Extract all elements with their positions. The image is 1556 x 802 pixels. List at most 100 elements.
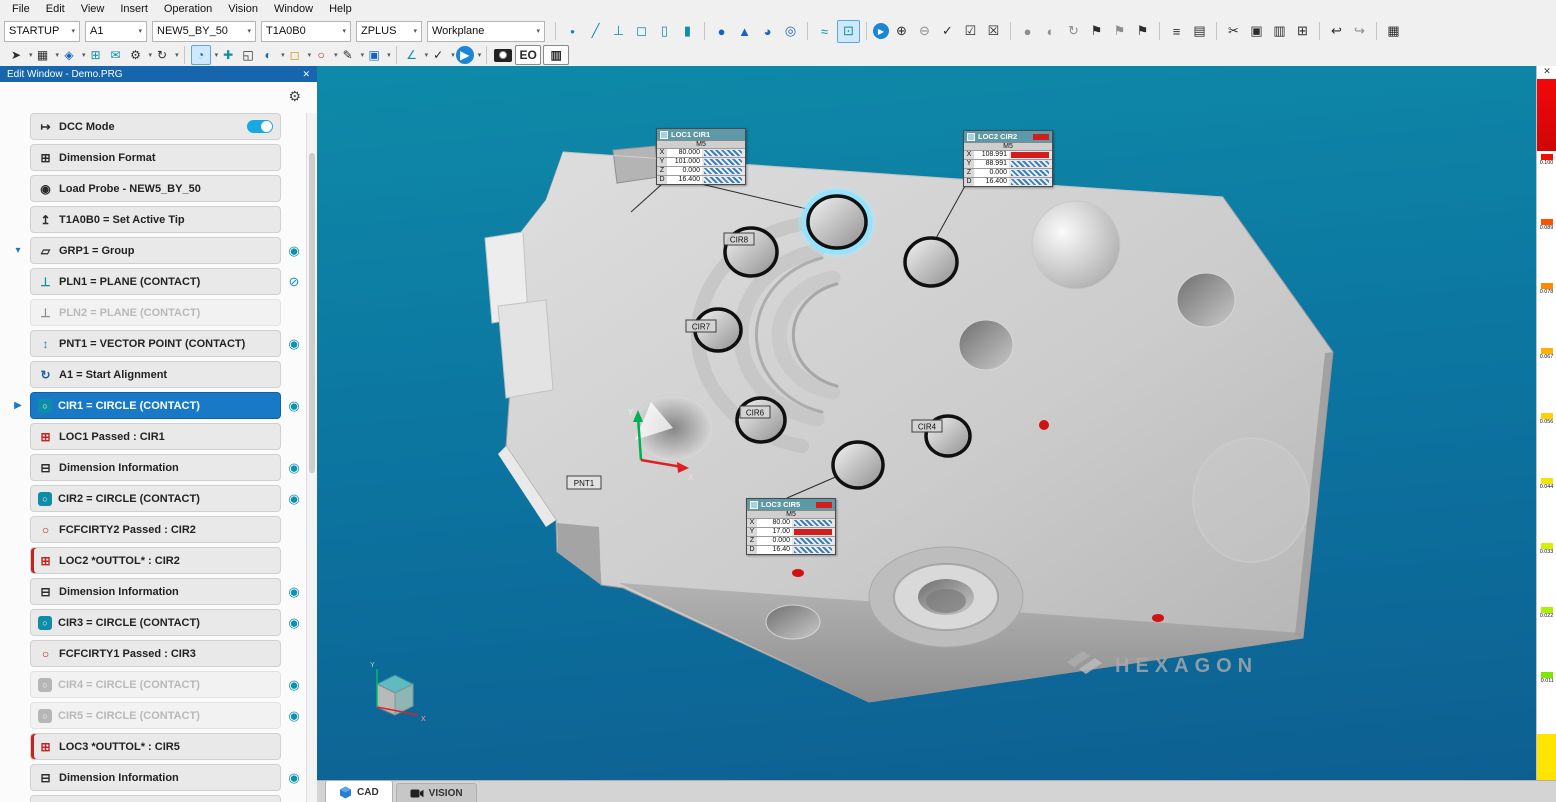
menu-vision[interactable]: Vision xyxy=(220,2,266,16)
menu-insert[interactable]: Insert xyxy=(112,2,156,16)
eo-button[interactable]: EO xyxy=(515,45,541,65)
cad-3d-scene[interactable]: CIR8 CIR7 CIR6 CIR4 PNT1 Y X xyxy=(317,66,1536,780)
pane-grid-icon[interactable]: ⊞ xyxy=(87,46,105,64)
menu-view[interactable]: View xyxy=(73,2,113,16)
chevron-down-icon[interactable]: ▾ xyxy=(175,51,179,59)
workplane-axis-dropdown[interactable]: ZPLUS▾ xyxy=(356,21,422,42)
cut-icon[interactable]: ✂ xyxy=(1223,21,1244,42)
run-play-icon[interactable]: ▶ xyxy=(456,46,474,64)
eye-off-icon[interactable]: ⊘ xyxy=(281,274,307,290)
paste-special-icon[interactable]: ⊞ xyxy=(1292,21,1313,42)
menu-file[interactable]: File xyxy=(4,2,38,16)
chevron-down-icon[interactable]: ▾ xyxy=(308,51,312,59)
eye-icon[interactable]: ◉ xyxy=(281,770,307,786)
dcc-toggle[interactable] xyxy=(247,120,273,133)
tab-vision[interactable]: VISION xyxy=(396,783,477,802)
eye-icon[interactable]: ◉ xyxy=(281,584,307,600)
label-chip-cir6[interactable]: CIR6 xyxy=(740,406,770,418)
sidebar-item-cir4[interactable]: ○CIR4 = CIRCLE (CONTACT) xyxy=(30,671,281,698)
sidebar-item-cir5[interactable]: ○CIR5 = CIRCLE (CONTACT) xyxy=(30,702,281,729)
sidebar-scrollbar[interactable] xyxy=(306,113,317,802)
eye-icon[interactable]: ◉ xyxy=(281,677,307,693)
perpendicular-icon[interactable]: ⊥ xyxy=(608,21,629,42)
sidebar-item-pnt1[interactable]: ↕PNT1 = VECTOR POINT (CONTACT) xyxy=(30,330,281,357)
copy-icon[interactable]: ▣ xyxy=(1246,21,1267,42)
hole-plain-a[interactable] xyxy=(959,320,1013,370)
sidebar-item-dimension-format[interactable]: ⊞Dimension Format xyxy=(30,144,281,171)
tab-cad[interactable]: CAD xyxy=(325,780,393,802)
eye-icon[interactable]: ◉ xyxy=(281,243,307,259)
dimension-table-loc2[interactable]: LOC2 CIR2 M5 X108.991 Y88.991 Z0.000 D16… xyxy=(963,130,1053,187)
cone-icon[interactable]: ▲ xyxy=(734,21,755,42)
sidebar-item-dcc-mode[interactable]: ↦DCC Mode xyxy=(30,113,281,140)
eye-icon[interactable]: ◉ xyxy=(281,708,307,724)
chevron-down-icon[interactable]: ▾ xyxy=(334,51,338,59)
torus-icon[interactable]: ◎ xyxy=(780,21,801,42)
refresh-path-icon[interactable]: ↻ xyxy=(1063,21,1084,42)
solid-box-icon[interactable]: ▣ xyxy=(365,46,383,64)
menu-operation[interactable]: Operation xyxy=(156,2,220,16)
eye-icon[interactable]: ◉ xyxy=(281,460,307,476)
ball-shaded-icon[interactable]: ◐ xyxy=(1040,21,1061,42)
dome-feature[interactable] xyxy=(1032,201,1120,289)
pointer-probe-icon[interactable]: ➤ xyxy=(7,46,25,64)
counterbore-feature[interactable] xyxy=(869,547,1023,647)
gear-icon[interactable]: ⚙ xyxy=(288,88,301,105)
probe-toolbox-icon[interactable]: ⚙ xyxy=(127,46,145,64)
alignment-dropdown[interactable]: STARTUP▾ xyxy=(4,21,80,42)
sidebar-item-set-active-tip[interactable]: ↥T1A0B0 = Set Active Tip xyxy=(30,206,281,233)
sidebar-item-dimension-info-1[interactable]: ⊟Dimension Information xyxy=(30,454,281,481)
undo-icon[interactable]: ↩ xyxy=(1326,21,1347,42)
chevron-down-icon[interactable]: ▾ xyxy=(56,51,60,59)
hole-plain-right[interactable] xyxy=(1177,273,1235,327)
dimension-table-loc3[interactable]: LOC3 CIR5 M5 X80.00 Y17.00 Z0.000 D16.40 xyxy=(746,498,836,555)
rotate-view-icon[interactable]: ↻ xyxy=(153,46,171,64)
measured-circle-cir5[interactable] xyxy=(833,442,883,488)
paste-icon[interactable]: ▥ xyxy=(1269,21,1290,42)
redo-icon[interactable]: ↪ xyxy=(1349,21,1370,42)
sidebar-item-cir6[interactable]: ○CIR6 = CIRCLE (CONTACT) xyxy=(30,795,281,802)
camera-icon[interactable] xyxy=(494,49,512,62)
view-orientation-cube[interactable]: Y X xyxy=(370,662,426,723)
view-layout-icon[interactable]: ▦ xyxy=(34,46,52,64)
comment-icon[interactable]: ✉ xyxy=(107,46,125,64)
bookmark3-icon[interactable]: ⚑ xyxy=(1132,21,1153,42)
menu-help[interactable]: Help xyxy=(321,2,360,16)
menu-window[interactable]: Window xyxy=(266,2,321,16)
sidebar-item-load-probe[interactable]: ◉Load Probe - NEW5_BY_50 xyxy=(30,175,281,202)
summary-list-icon[interactable]: ≡ xyxy=(1166,21,1187,42)
notch-icon[interactable]: ▮ xyxy=(677,21,698,42)
eye-icon[interactable]: ◉ xyxy=(281,491,307,507)
eye-icon[interactable]: ◉ xyxy=(281,615,307,631)
sidebar-item-grp1[interactable]: ▱GRP1 = Group xyxy=(30,237,281,264)
sidebar-item-dimension-info-2[interactable]: ⊟Dimension Information xyxy=(30,578,281,605)
sphere-view-icon[interactable]: ◔ xyxy=(191,45,211,65)
probe-axes-icon[interactable]: ✚ xyxy=(219,46,237,64)
eye-icon[interactable]: ◉ xyxy=(281,336,307,352)
a1-dropdown[interactable]: A1▾ xyxy=(85,21,147,42)
mark-check-icon[interactable]: ✓ xyxy=(937,21,958,42)
cad-viewport[interactable]: CIR8 CIR7 CIR6 CIR4 PNT1 Y X xyxy=(317,66,1536,780)
sphere-icon[interactable]: ◕ xyxy=(757,21,778,42)
confirm-icon[interactable]: ✓ xyxy=(429,46,447,64)
cone-feature[interactable] xyxy=(633,395,713,461)
screen-button[interactable]: ▥ xyxy=(543,45,569,65)
hole-plain-bottom[interactable] xyxy=(766,605,820,639)
chevron-down-icon[interactable]: ▾ xyxy=(82,51,86,59)
sidebar-item-pln1[interactable]: ⊥PLN1 = PLANE (CONTACT) xyxy=(30,268,281,295)
chevron-down-icon[interactable]: ▾ xyxy=(215,51,219,59)
chevron-down-icon[interactable]: ▾ xyxy=(478,51,482,59)
bookmark2-icon[interactable]: ⚑ xyxy=(1109,21,1130,42)
sidebar-item-a1-alignment[interactable]: ↻A1 = Start Alignment xyxy=(30,361,281,388)
menu-edit[interactable]: Edit xyxy=(38,2,73,16)
workplane-dropdown[interactable]: Workplane▾ xyxy=(427,21,545,42)
execute-play-icon[interactable]: ▶ xyxy=(873,23,889,39)
marked-done-icon[interactable]: ☑ xyxy=(960,21,981,42)
probe-target-icon[interactable]: ⊡ xyxy=(837,20,860,43)
sidebar-item-fcfcirty1[interactable]: ○FCFCIRTY1 Passed : CIR3 xyxy=(30,640,281,667)
sidebar-item-pln2[interactable]: ⊥PLN2 = PLANE (CONTACT) xyxy=(30,299,281,326)
cad-window-icon[interactable]: ◻ xyxy=(286,46,304,64)
chevron-down-icon[interactable]: ▾ xyxy=(387,51,391,59)
chevron-down-icon[interactable]: ▾ xyxy=(281,51,285,59)
slot-icon[interactable]: ▯ xyxy=(654,21,675,42)
